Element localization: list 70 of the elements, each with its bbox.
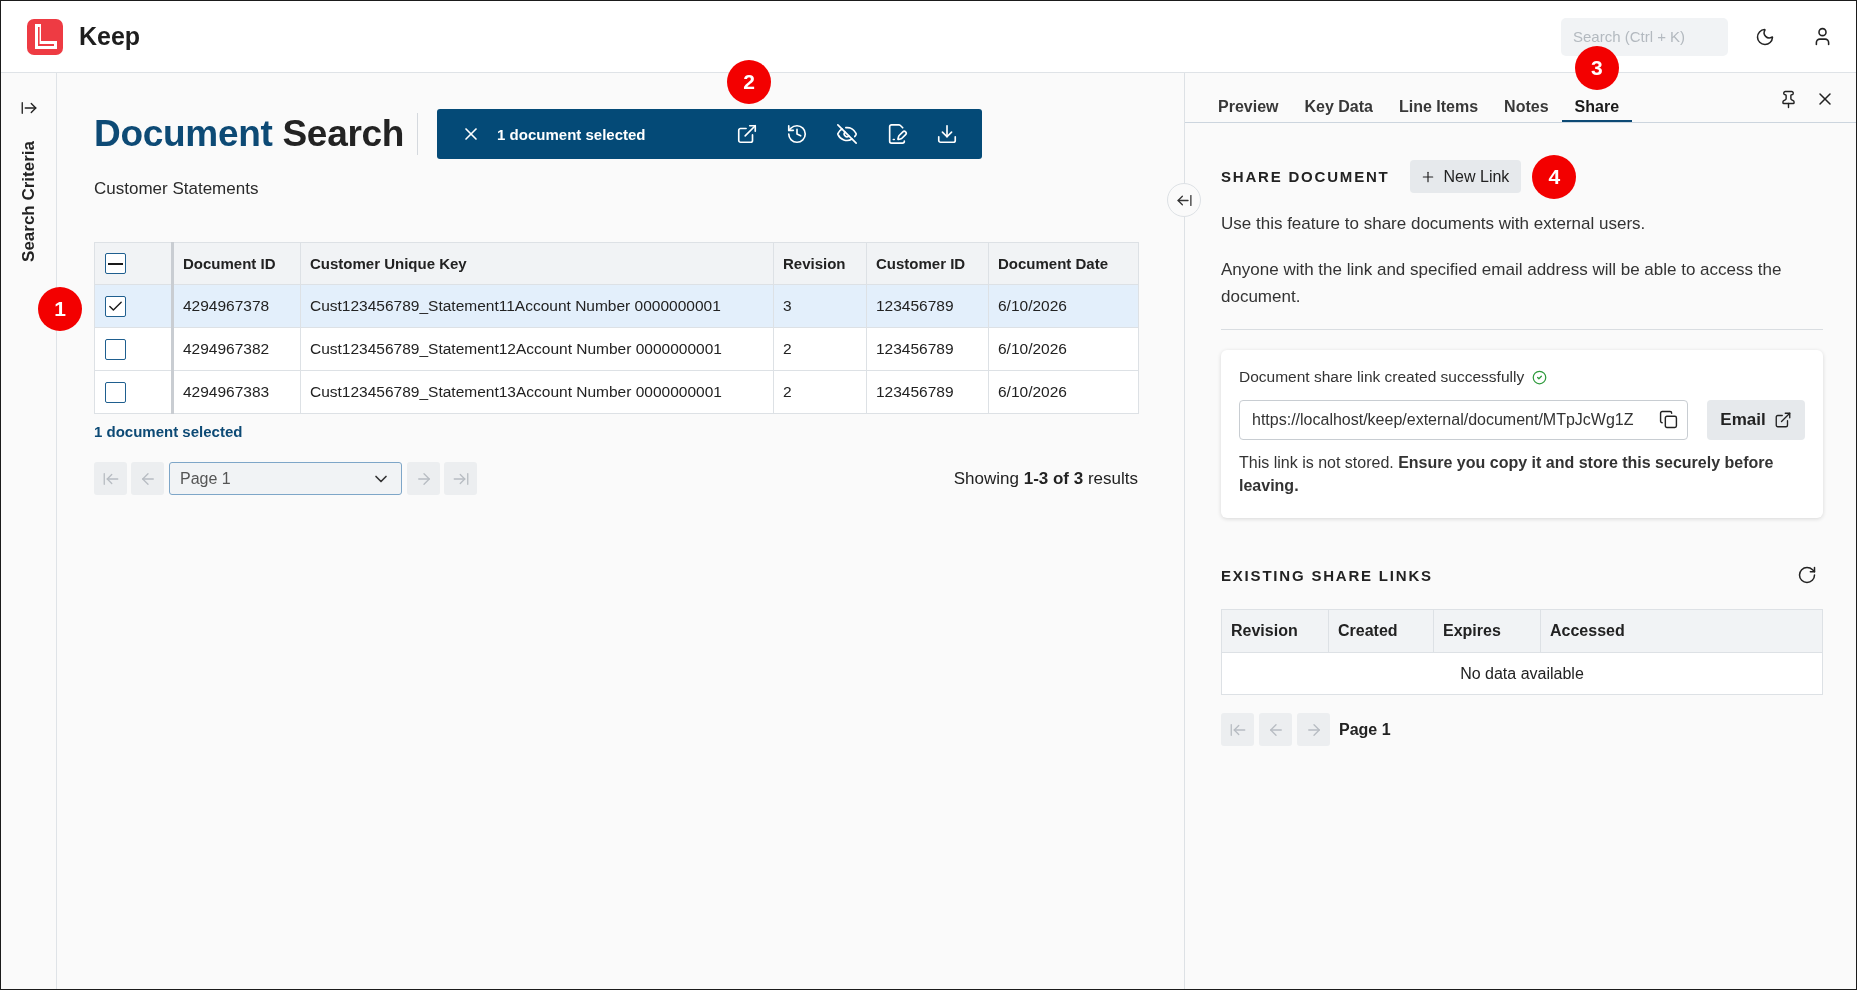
description-text: Anyone with the link and specified email address will be able to access the document. [1221, 259, 1783, 308]
moon-icon[interactable] [1755, 26, 1775, 47]
table-cell: 4294967382 [172, 327, 301, 371]
column-header[interactable]: Expires [1433, 609, 1541, 653]
column-header[interactable]: Revision [773, 242, 867, 285]
link-field[interactable]: https://localhost/keep/external/document/MTpJcWg1Z [1239, 400, 1688, 440]
refresh-icon[interactable] [1797, 565, 1817, 585]
copy-icon[interactable] [1659, 410, 1678, 429]
page-select[interactable]: Page 1 [169, 462, 402, 495]
step-marker: 4 [1532, 154, 1577, 199]
dash-icon [108, 262, 123, 265]
table-cell: 4294967378 [172, 284, 301, 328]
section-heading: SHARE DOCUMENT [1221, 168, 1390, 185]
table-cell: 123456789 [866, 370, 989, 414]
column-header[interactable]: Document Date [988, 242, 1139, 285]
table-cell: 2 [773, 327, 867, 371]
download-icon[interactable] [936, 123, 959, 145]
table-cell: 123456789 [866, 327, 989, 371]
section-heading: EXISTING SHARE LINKS [1221, 566, 1433, 584]
column-header[interactable]: Customer Unique Key [300, 242, 774, 285]
select-all-checkbox[interactable] [105, 253, 126, 274]
app-name: Keep [79, 22, 141, 51]
check-circle-icon [1532, 369, 1548, 385]
table-cell: 6/10/2026 [988, 370, 1139, 414]
selection-count: 1 document selected [497, 125, 646, 143]
row-checkbox[interactable] [105, 295, 126, 317]
file-pen-icon[interactable] [886, 123, 909, 145]
column-header[interactable]: Document ID [172, 242, 301, 285]
empty-table-message: No data available [1221, 652, 1823, 695]
column-header[interactable]: Customer ID [866, 242, 989, 285]
search-field[interactable]: Search (Ctrl + K) [1561, 17, 1728, 56]
table-cell: 2 [773, 370, 867, 414]
description-text: Use this feature to share documents with external users. [1221, 213, 1647, 235]
tab[interactable]: Line Items [1385, 93, 1492, 122]
collapse-panel-button[interactable] [1167, 183, 1201, 217]
tab[interactable]: Key Data [1291, 93, 1386, 122]
results-summary: Showing 1-3 of 3 results [953, 468, 1138, 489]
tab[interactable]: Notes [1491, 93, 1562, 122]
tab[interactable]: Preview [1205, 93, 1292, 122]
history-icon[interactable] [786, 123, 809, 145]
table-cell: Cust123456789_Statement13Account Number 0000000001 [300, 370, 774, 414]
tab[interactable]: Share [1561, 93, 1633, 122]
external-link-icon[interactable] [736, 123, 759, 145]
step-marker: 1 [38, 287, 82, 331]
external-link-icon [1773, 411, 1792, 429]
app-logo [27, 18, 63, 55]
page-subtitle: Customer Statements [94, 179, 260, 199]
row-checkbox[interactable] [105, 338, 126, 360]
page-label: Page 1 [1339, 720, 1391, 739]
table-cell: Cust123456789_Statement12Account Number 0000000001 [300, 327, 774, 371]
email-button[interactable]: Email [1707, 400, 1805, 440]
note-text: This link is not stored. Ensure you copy it and store this securely before leaving. [1239, 453, 1775, 496]
sidebar-label[interactable]: Search Criteria [18, 141, 39, 262]
row-checkbox[interactable] [105, 381, 126, 403]
table-cell: 3 [773, 284, 867, 328]
step-marker: 2 [727, 60, 772, 104]
column-header[interactable]: Created [1328, 609, 1434, 653]
selection-summary: 1 document selected [94, 423, 244, 440]
table-cell: 123456789 [866, 284, 989, 328]
table-cell: 6/10/2026 [988, 284, 1139, 328]
eye-off-icon[interactable] [836, 123, 859, 145]
new-link-button[interactable]: New Link [1409, 160, 1522, 193]
column-header[interactable]: Accessed [1540, 609, 1823, 653]
column-header[interactable]: Revision [1221, 609, 1329, 653]
table-cell: 6/10/2026 [988, 327, 1139, 371]
table-cell: Cust123456789_Statement11Account Number 0000000001 [300, 284, 774, 328]
table-cell: 4294967383 [172, 370, 301, 414]
pin-icon[interactable] [1779, 89, 1798, 109]
success-message: Document share link created successfully [1239, 368, 1525, 386]
page-title: Document Search [94, 113, 405, 155]
